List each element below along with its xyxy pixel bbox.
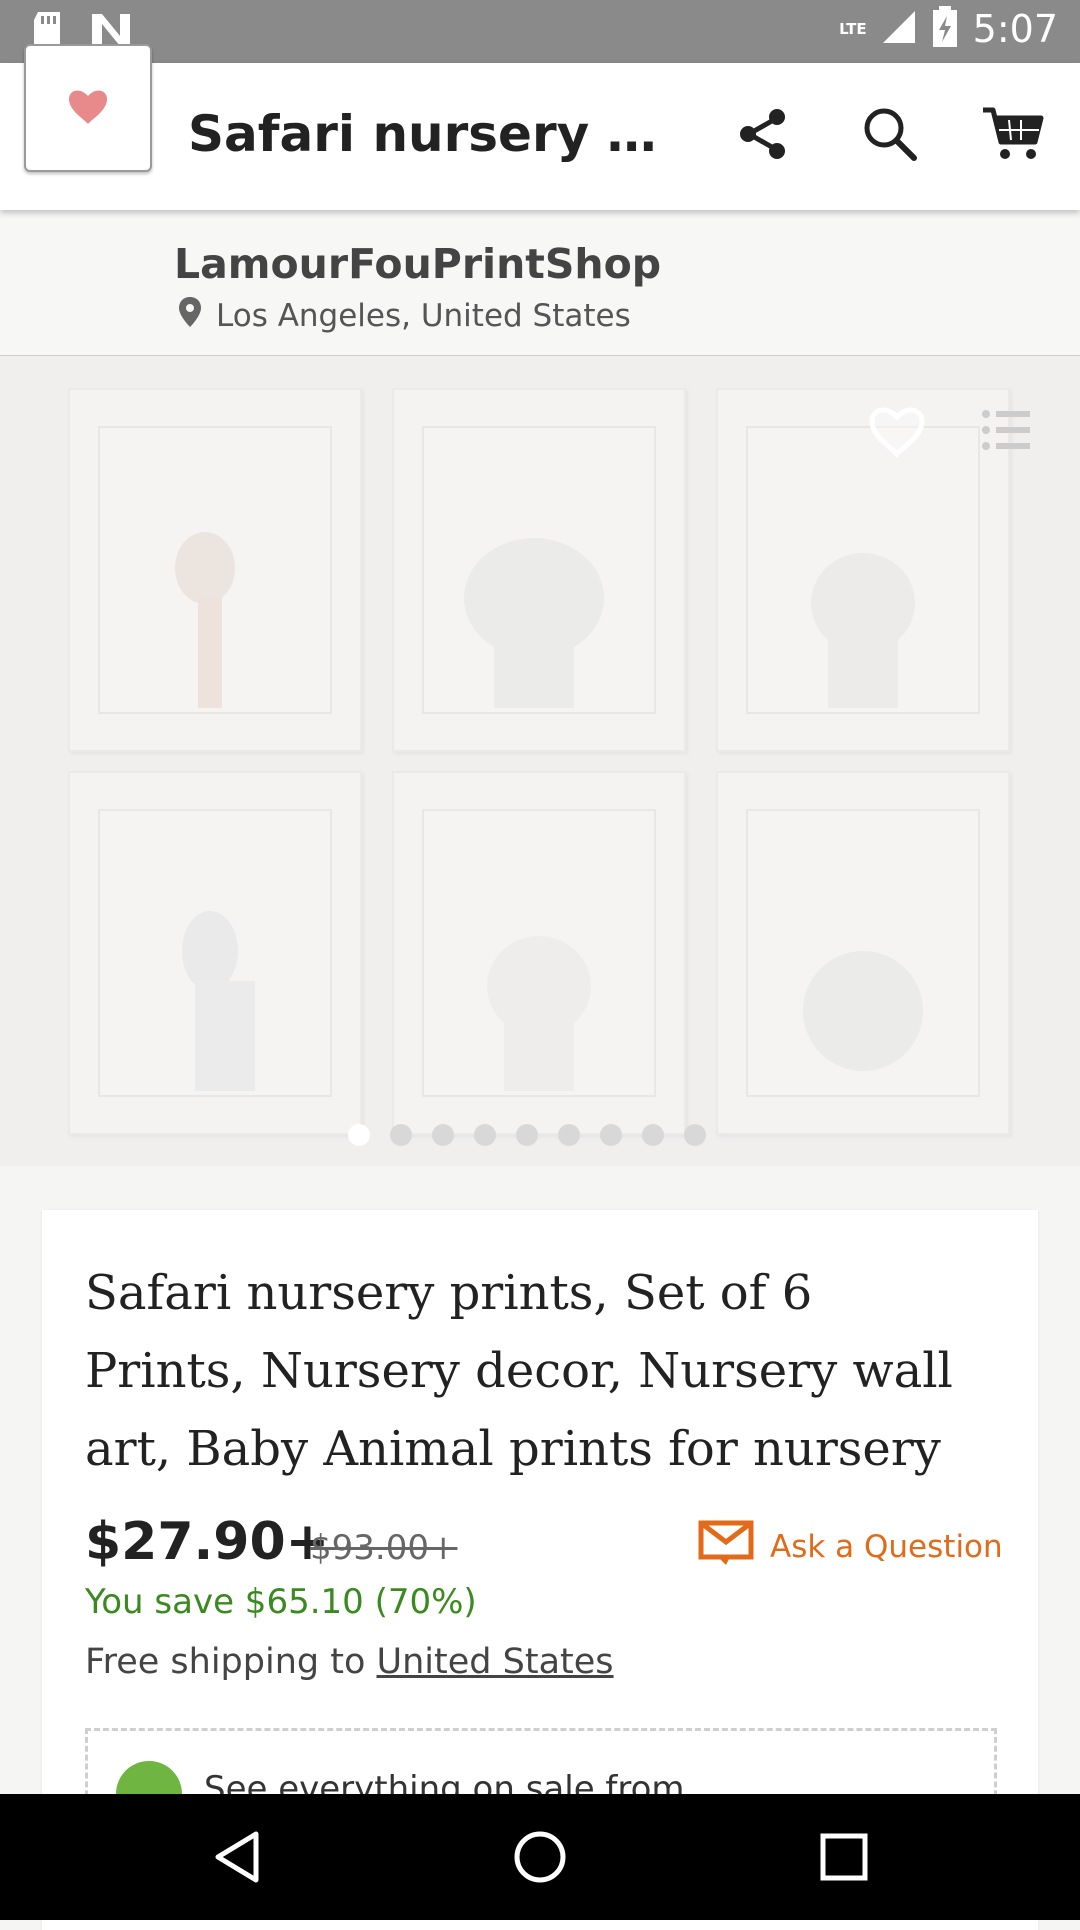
print-frame-elephant — [392, 388, 686, 752]
signal-icon — [881, 9, 917, 49]
search-icon — [860, 104, 920, 168]
gallery-dot[interactable] — [348, 1124, 370, 1146]
shipping-prefix: Free shipping to — [85, 1642, 366, 1682]
ask-question-label: Ask a Question — [770, 1529, 1003, 1565]
shipping-info: Free shipping to United States — [85, 1642, 614, 1682]
shop-header[interactable]: LamourFouPrintShop Los Angeles, United S… — [0, 210, 1080, 356]
gallery-dot[interactable] — [474, 1124, 496, 1146]
savings-text: You save $65.10 (70%) — [85, 1582, 477, 1622]
shipping-country-link[interactable]: United States — [377, 1642, 614, 1682]
status-bar: LTE 5:07 — [0, 0, 1080, 63]
gallery-dot[interactable] — [432, 1124, 454, 1146]
heart-logo-icon — [66, 86, 110, 130]
battery-charging-icon — [931, 6, 959, 52]
image-gallery[interactable] — [0, 356, 1080, 1166]
gallery-dot[interactable] — [642, 1124, 664, 1146]
mail-icon — [698, 1520, 754, 1574]
print-frame-tiger — [716, 388, 1010, 752]
print-frame-lion — [392, 771, 686, 1135]
home-icon — [513, 1830, 567, 1888]
gallery-dot[interactable] — [390, 1124, 412, 1146]
shop-location: Los Angeles, United States — [178, 296, 631, 336]
ask-question-button[interactable]: Ask a Question — [698, 1520, 1003, 1574]
favorite-heart-icon — [868, 407, 926, 462]
back-button[interactable] — [200, 1822, 274, 1896]
recents-button[interactable] — [807, 1822, 881, 1896]
gallery-dot[interactable] — [558, 1124, 580, 1146]
share-icon — [735, 106, 791, 166]
app-bar: Safari nursery pri... — [0, 63, 1080, 210]
clock: 5:07 — [972, 7, 1058, 51]
back-icon — [212, 1830, 262, 1888]
location-pin-icon — [178, 296, 202, 336]
add-to-list-icon — [980, 410, 1032, 456]
shop-location-text: Los Angeles, United States — [216, 298, 631, 334]
current-price: $27.90+ — [85, 1512, 330, 1572]
system-nav-bar — [0, 1794, 1080, 1920]
shop-name[interactable]: LamourFouPrintShop — [174, 240, 661, 288]
shop-logo[interactable] — [24, 44, 152, 172]
share-button[interactable] — [728, 101, 798, 171]
gallery-dot[interactable] — [600, 1124, 622, 1146]
cart-button[interactable] — [978, 101, 1048, 171]
page-title: Safari nursery pri... — [188, 105, 678, 163]
original-price: $93.00+ — [310, 1528, 458, 1568]
print-frame-giraffe — [68, 388, 362, 752]
add-to-list-button[interactable] — [980, 408, 1032, 456]
gallery-dot[interactable] — [684, 1124, 706, 1146]
print-frame-zebra — [68, 771, 362, 1135]
gallery-dot[interactable] — [516, 1124, 538, 1146]
gallery-page-indicator[interactable] — [348, 1124, 706, 1146]
home-button[interactable] — [503, 1822, 577, 1896]
print-frame-rhino — [716, 771, 1010, 1135]
search-button[interactable] — [855, 101, 925, 171]
network-type: LTE — [839, 20, 867, 38]
recents-icon — [819, 1832, 869, 1886]
listing-title: Safari nursery prints, Set of 6 Prints, … — [85, 1265, 953, 1477]
cart-icon — [981, 104, 1045, 168]
favorite-button[interactable] — [868, 404, 926, 462]
